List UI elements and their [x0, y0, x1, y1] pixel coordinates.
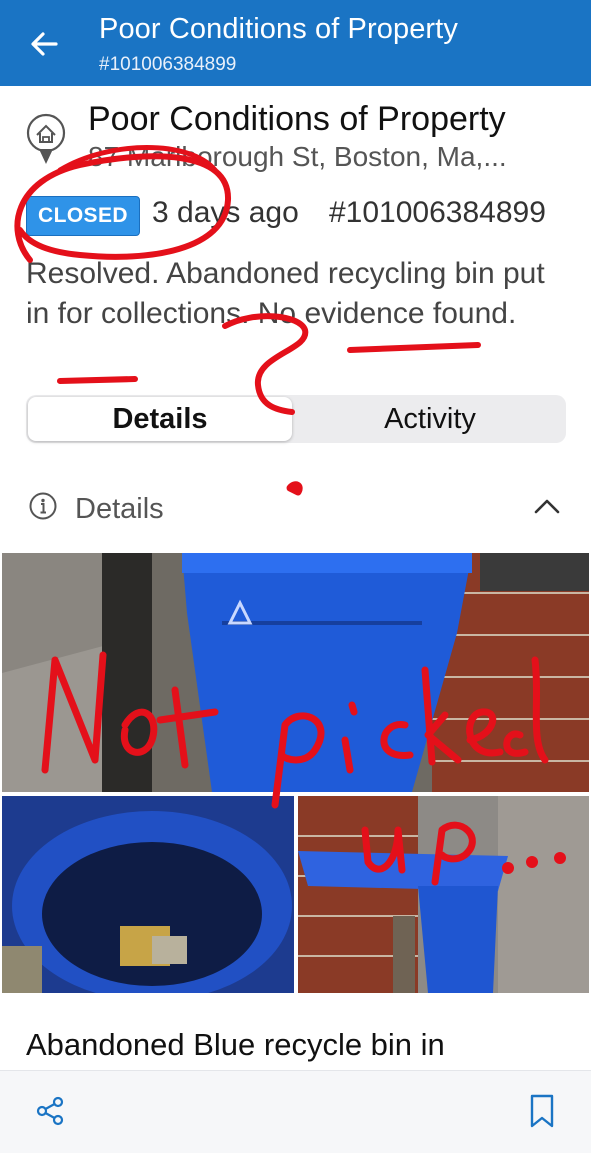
- app-bar: Poor Conditions of Property #10100638489…: [0, 0, 591, 86]
- bottom-toolbar: [0, 1070, 591, 1153]
- location-pin-icon: [24, 112, 68, 174]
- report-description: Abandoned Blue recycle bin in: [26, 1027, 445, 1062]
- report-case-number: #101006384899: [329, 196, 546, 229]
- app-bar-title: Poor Conditions of Property: [99, 13, 458, 45]
- info-icon: [29, 492, 57, 520]
- tab-details[interactable]: Details: [28, 397, 292, 441]
- resolution-text: Resolved. Abandoned recycling bin put in…: [26, 257, 545, 330]
- details-section-label: Details: [75, 493, 164, 525]
- share-button[interactable]: [34, 1095, 66, 1127]
- photo-bin-interior[interactable]: [2, 796, 294, 993]
- report-age: 3 days ago: [152, 196, 299, 229]
- back-arrow-icon: [31, 32, 58, 56]
- photo-bin-in-alley[interactable]: [298, 796, 589, 993]
- bookmark-icon: [530, 1094, 554, 1128]
- tab-activity[interactable]: Activity: [296, 395, 564, 443]
- chevron-up-icon[interactable]: [533, 494, 561, 518]
- status-badge: CLOSED: [26, 196, 140, 236]
- back-button[interactable]: [22, 22, 66, 66]
- tab-bar: Details Activity: [26, 395, 566, 443]
- photo-bin-by-wall[interactable]: [2, 553, 589, 792]
- bookmark-button[interactable]: [528, 1093, 556, 1129]
- report-title: Poor Conditions of Property: [88, 100, 506, 138]
- share-icon: [36, 1096, 64, 1126]
- app-bar-case-number: #101006384899: [99, 54, 237, 75]
- report-address: 87 Marlborough St, Boston, Ma,...: [88, 141, 507, 172]
